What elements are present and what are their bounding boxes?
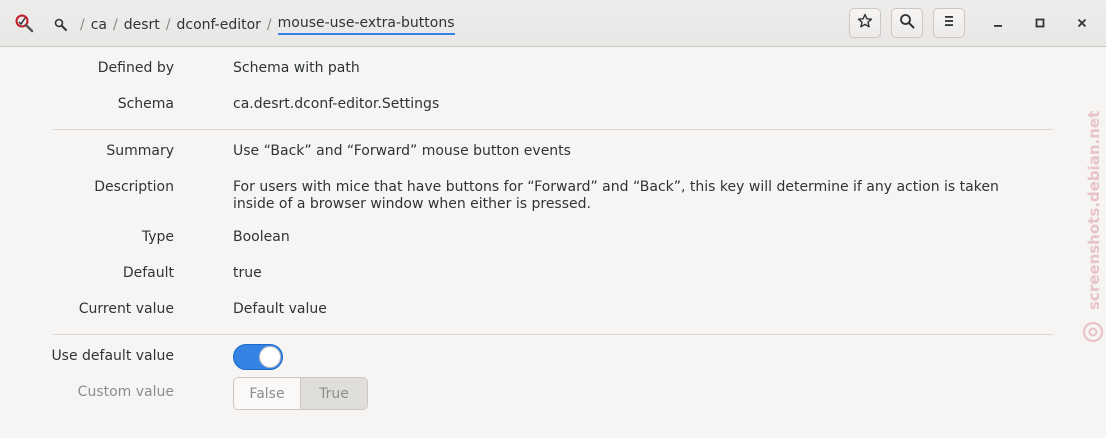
key-properties-panel: Defined by Schema with path Schema ca.de… — [0, 47, 1106, 438]
breadcrumb-item-dconf-editor[interactable]: dconf-editor — [176, 17, 260, 33]
property-value: ca.desrt.dconf-editor.Settings — [233, 96, 440, 112]
property-label: Summary — [106, 143, 174, 159]
breadcrumb-separator: / — [165, 17, 171, 33]
watermark-text: screenshots.debian.net — [1085, 111, 1103, 310]
bookmark-button[interactable] — [849, 8, 881, 38]
menu-icon — [941, 13, 957, 33]
search-button[interactable] — [891, 8, 923, 38]
breadcrumb: / ca / desrt / dconf-editor / mouse-use-… — [54, 14, 455, 36]
property-label: Defined by — [97, 60, 174, 76]
root-key-icon[interactable] — [54, 18, 68, 32]
minimize-icon — [992, 14, 1004, 33]
bookmark-icon — [857, 13, 873, 33]
property-label: Type — [141, 229, 174, 245]
maximize-button[interactable] — [1030, 13, 1050, 33]
property-value: Default value — [233, 301, 327, 317]
watermark-logo-icon — [1082, 321, 1104, 343]
switch-knob — [259, 346, 281, 368]
custom-value-false-button[interactable]: False — [234, 378, 300, 409]
property-label: Schema — [117, 96, 174, 112]
search-icon — [899, 13, 915, 33]
breadcrumb-separator: / — [113, 17, 118, 33]
property-label: Current value — [78, 301, 174, 317]
watermark: screenshots.debian.net — [1081, 100, 1105, 350]
breadcrumb-item-ca[interactable]: ca — [91, 17, 107, 33]
close-button[interactable] — [1072, 13, 1092, 33]
property-label: Default — [122, 265, 174, 281]
minimize-button[interactable] — [988, 13, 1008, 33]
custom-value-label: Custom value — [77, 384, 174, 400]
property-label: Description — [94, 179, 174, 195]
property-value: For users with mice that have buttons fo… — [233, 179, 999, 212]
use-default-label: Use default value — [51, 348, 174, 364]
breadcrumb-item-desrt[interactable]: desrt — [124, 17, 160, 33]
maximize-icon — [1034, 14, 1046, 33]
breadcrumb-separator: / — [80, 17, 85, 33]
property-value: Boolean — [233, 229, 290, 245]
breadcrumb-separator: / — [266, 17, 272, 33]
use-default-switch[interactable] — [233, 344, 283, 370]
property-value: Schema with path — [233, 60, 360, 76]
custom-value-selector: False True — [233, 377, 368, 410]
section-divider — [53, 129, 1053, 130]
property-value: Use “Back” and “Forward” mouse button ev… — [233, 143, 571, 159]
close-icon — [1076, 14, 1088, 33]
main-menu-button[interactable] — [933, 8, 965, 38]
dconf-editor-app-icon — [14, 13, 34, 33]
section-divider — [53, 334, 1053, 335]
header-bar: / ca / desrt / dconf-editor / mouse-use-… — [0, 0, 1106, 47]
breadcrumb-current-key[interactable]: mouse-use-extra-buttons — [277, 15, 455, 35]
custom-value-true-button[interactable]: True — [300, 378, 367, 409]
property-value: true — [233, 265, 262, 281]
